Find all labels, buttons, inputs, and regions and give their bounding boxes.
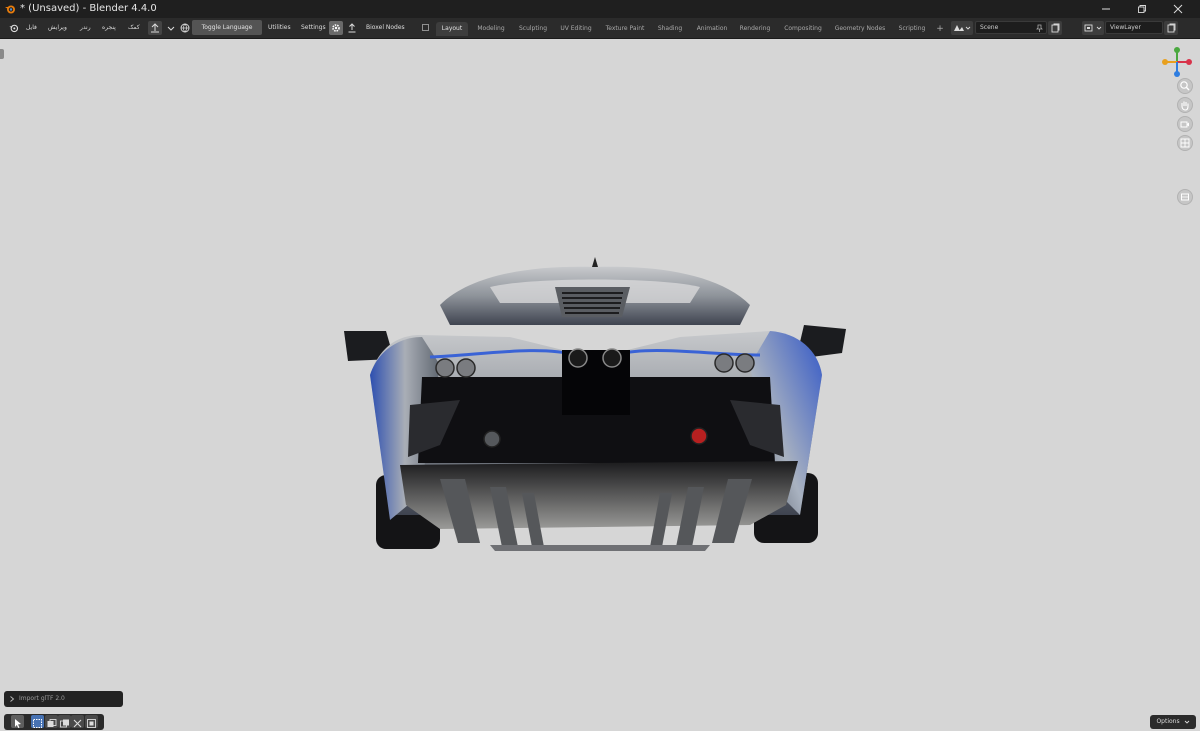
tab-animation[interactable]: Animation [694,22,730,36]
tab-rendering[interactable]: Rendering [738,22,772,36]
bioxel-nodes-button[interactable]: Bioxel Nodes [366,22,405,34]
operator-panel-label: Import glTF 2.0 [19,695,65,702]
blender-window: * (Unsaved) - Blender 4.4.0 فایل ویرایش … [0,0,1200,731]
gear-icon [332,24,340,32]
perspective-toggle-button[interactable] [1177,135,1193,151]
restore-icon [1138,5,1146,13]
menu-render[interactable]: رندر [80,22,91,34]
close-button[interactable] [1160,0,1196,18]
select-invert-icon [73,719,82,728]
toggle-camera-icon [1181,193,1189,201]
scene-selector-button[interactable] [951,21,973,35]
toggle-language-button[interactable]: Toggle Language [192,20,262,35]
select-new-button[interactable] [31,715,44,728]
new-view-layer-button[interactable] [1164,21,1178,35]
tab-layout[interactable]: Layout [436,22,468,36]
view-layer-selector-button[interactable] [1082,21,1104,35]
globe-icon [180,23,190,33]
select-box-icon [33,719,42,728]
perspective-grid-icon [1180,138,1190,148]
menu-help[interactable]: کمک [128,22,140,34]
select-extend-button[interactable] [45,715,58,728]
new-scene-button[interactable] [1048,21,1062,35]
chevron-down-icon [167,26,175,31]
zoom-button[interactable] [1177,78,1193,94]
upload-button[interactable] [148,21,162,35]
close-icon [1173,4,1183,14]
toolbar-region-handle[interactable] [0,49,4,59]
tab-scripting[interactable]: Scripting [896,22,928,36]
chevron-right-icon [10,696,15,702]
tab-shading[interactable]: Shading [656,22,684,36]
scene-icon [954,25,971,31]
view-layer-name-field[interactable]: ViewLayer [1105,21,1163,34]
blender-menu-icon[interactable] [8,23,19,33]
tab-geometry-nodes[interactable]: Geometry Nodes [833,22,887,36]
camera-icon [1180,121,1189,128]
dropdown-button[interactable] [165,21,177,35]
status-bar [0,713,1200,731]
select-intersect-button[interactable] [85,715,98,728]
pan-hand-icon [1181,101,1189,111]
gear-button[interactable] [329,21,343,35]
car-model-render[interactable] [330,225,860,555]
title-bar: * (Unsaved) - Blender 4.4.0 [0,0,1200,18]
toggle-camera-button[interactable] [1177,189,1193,205]
export-icon [348,23,356,33]
select-subtract-icon [60,719,69,728]
tab-uv-editing[interactable]: UV Editing [558,22,594,36]
export-button[interactable] [346,21,358,35]
window-title: * (Unsaved) - Blender 4.4.0 [20,3,157,14]
duplicate-icon [1051,23,1060,33]
duplicate-icon [1167,23,1176,33]
add-workspace-button[interactable]: + [934,22,946,36]
tab-texture-paint[interactable]: Texture Paint [603,22,647,36]
pan-button[interactable] [1177,97,1193,113]
checkbox-icon[interactable] [422,24,429,31]
minimize-button[interactable] [1088,0,1124,18]
menu-edit[interactable]: ویرایش [48,22,67,34]
top-bar: فایل ویرایش رندر پنجره کمک Toggle Langua… [0,18,1200,38]
view-layer-icon [1084,24,1102,32]
restore-button[interactable] [1124,0,1160,18]
select-extend-icon [47,719,57,727]
select-intersect-icon [87,719,96,728]
select-subtract-button[interactable] [58,715,71,728]
tweak-tool-button[interactable] [11,715,24,728]
minimize-icon [1102,8,1110,10]
tab-sculpting[interactable]: Sculpting [516,22,550,36]
pin-icon[interactable] [1036,24,1043,32]
blender-logo-icon [5,5,15,14]
cursor-arrow-icon [15,719,21,728]
tab-modeling[interactable]: Modeling [474,22,508,36]
menu-window[interactable]: پنجره [102,22,116,34]
utilities-button[interactable]: Utilities [268,22,291,34]
zoom-icon [1180,81,1190,91]
upload-icon [151,23,159,33]
options-dropdown-button[interactable]: Options [1150,715,1196,729]
chevron-down-icon [1184,720,1189,724]
camera-view-button[interactable] [1177,116,1193,132]
options-label: Options [1156,718,1180,725]
menu-file[interactable]: فایل [26,22,37,34]
axis-gizmo-icon[interactable] [1160,45,1194,79]
tab-compositing[interactable]: Compositing [783,22,823,36]
select-invert-button[interactable] [71,715,84,728]
3d-viewport[interactable] [0,38,1200,731]
globe-button[interactable] [179,21,191,35]
settings-button[interactable]: Settings [301,22,326,34]
operator-redo-panel[interactable]: Import glTF 2.0 [4,691,123,707]
